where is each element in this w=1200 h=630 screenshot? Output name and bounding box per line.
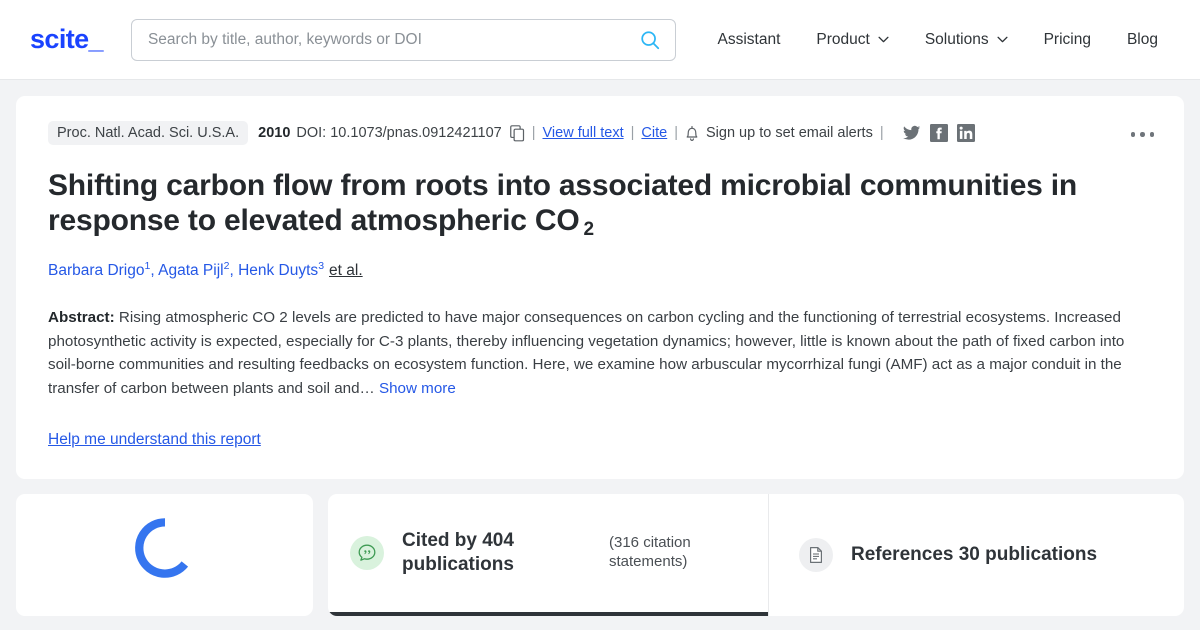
search-icon[interactable] [639,29,661,51]
doi-text: DOI: 10.1073/pnas.0912421107 [296,125,502,141]
kebab-menu-icon[interactable] [1125,126,1161,143]
twitter-icon[interactable] [902,124,921,142]
bell-icon [686,125,698,141]
nav-label: Assistant [717,30,781,48]
paper-meta-row: Proc. Natl. Acad. Sci. U.S.A. 2010 DOI: … [48,120,1152,146]
abstract-text: Rising atmospheric CO 2 levels are predi… [48,309,1125,398]
help-understand-report-link[interactable]: Help me understand this report [48,431,261,449]
author-link[interactable]: Agata Pijl [158,262,223,279]
nav-label: Pricing [1043,30,1091,48]
main-nav: Assistant Product Solutions Pricing Blog [700,23,1177,57]
tab-cited-by[interactable]: Cited by 404 publications (316 citation … [328,494,768,616]
chevron-down-icon [878,36,889,43]
facebook-icon[interactable] [929,124,948,142]
abstract-label: Abstract: [48,309,115,327]
show-more-link[interactable]: Show more [379,380,456,397]
author-separator: , [150,262,159,280]
tab-cited-by-label: Cited by 404 publications [402,530,514,575]
paper-card: Proc. Natl. Acad. Sci. U.S.A. 2010 DOI: … [16,96,1184,479]
journal-badge: Proc. Natl. Acad. Sci. U.S.A. [48,121,249,145]
bottom-row: Cited by 404 publications (316 citation … [16,493,1184,616]
title-text: Shifting carbon flow from roots into ass… [48,169,1078,238]
copy-icon[interactable] [509,124,525,142]
search-bar[interactable] [130,18,676,61]
abstract: Abstract: Rising atmospheric CO 2 levels… [48,306,1152,400]
dot [1140,132,1145,137]
nav-label: Solutions [924,30,989,48]
email-alerts-link[interactable]: Sign up to set email alerts [706,125,873,141]
tab-references-label: References 30 publications [851,544,1098,565]
nav-label: Blog [1126,30,1158,48]
dot [1149,132,1154,137]
author-affiliation: 3 [318,260,325,273]
metrics-card [16,493,313,616]
document-icon [799,537,833,572]
nav-item-pricing[interactable]: Pricing [1026,23,1109,57]
author-separator: , [229,262,239,280]
author-link[interactable]: Barbara Drigo [48,262,145,279]
view-full-text-link[interactable]: View full text [543,125,624,141]
loading-spinner [134,517,188,578]
et-al-link[interactable]: et al. [329,262,363,279]
separator: | [630,125,635,141]
nav-item-solutions[interactable]: Solutions [907,23,1026,57]
citation-tabs: Cited by 404 publications (316 citation … [328,493,1184,616]
nav-label: Product [816,30,870,48]
author-list: Barbara Drigo1, Agata Pijl2, Henk Duyts3… [48,260,1152,280]
linkedin-icon[interactable] [956,124,975,142]
citation-statements-count: (316 citation statements) [609,533,691,570]
social-share-group [902,124,975,142]
nav-item-assistant[interactable]: Assistant [700,23,799,57]
site-header: scite_ Assistant Product Solutions Prici… [0,0,1200,80]
publication-year: 2010 [258,125,291,141]
page-body: Proc. Natl. Acad. Sci. U.S.A. 2010 DOI: … [0,80,1200,630]
nav-item-blog[interactable]: Blog [1109,23,1176,57]
cite-link[interactable]: Cite [641,125,667,141]
dot [1130,132,1135,137]
page-title: Shifting carbon flow from roots into ass… [48,168,1098,241]
separator: | [531,125,536,141]
chevron-down-icon [997,36,1008,43]
scite-logo[interactable]: scite_ [30,24,104,55]
title-subscript: 2 [583,219,595,241]
nav-item-product[interactable]: Product [798,23,906,57]
separator: | [879,125,884,141]
author-link[interactable]: Henk Duyts [238,262,318,279]
tab-references[interactable]: References 30 publications [768,493,1184,616]
search-input[interactable] [147,30,639,49]
quote-bubble-icon [350,535,384,570]
separator: | [674,125,678,141]
